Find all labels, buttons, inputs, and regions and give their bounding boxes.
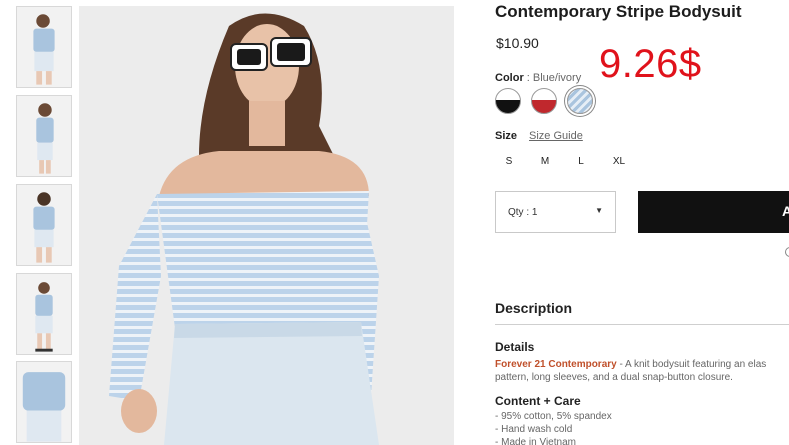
add-to-bag-label: A xyxy=(782,203,789,219)
details-line-1: - A knit bodysuit featuring an elas xyxy=(616,359,767,370)
size-option-s[interactable]: S xyxy=(497,156,521,167)
price-annotation: 9.26$ xyxy=(599,42,702,86)
color-selector-label: Color : Blue/ivory xyxy=(495,72,581,84)
description-heading[interactable]: Description xyxy=(495,300,572,316)
size-option-xl[interactable]: XL xyxy=(607,156,631,167)
size-label: Size xyxy=(495,130,518,142)
thumbnail-4[interactable] xyxy=(16,273,72,355)
quantity-select[interactable]: Qty : 1 ▼ xyxy=(495,191,616,233)
chevron-down-icon: ▼ xyxy=(595,206,603,215)
add-to-bag-button[interactable]: A xyxy=(638,191,789,233)
main-product-image[interactable] xyxy=(79,6,454,445)
care-item: - 95% cotton, 5% spandex xyxy=(495,411,612,422)
product-price: $10.90 xyxy=(496,35,539,51)
color-separator: : xyxy=(523,72,533,84)
swatch-black-white[interactable] xyxy=(495,88,521,114)
care-item: - Made in Vietnam xyxy=(495,437,576,445)
size-option-l[interactable]: L xyxy=(569,156,593,167)
color-label: Color xyxy=(495,72,524,84)
thumbnail-1[interactable] xyxy=(16,6,72,88)
wishlist-icon[interactable] xyxy=(785,247,789,257)
divider xyxy=(495,324,789,325)
care-item: - Hand wash cold xyxy=(495,424,573,435)
quantity-value: Qty : 1 xyxy=(508,207,538,218)
product-title: Contemporary Stripe Bodysuit xyxy=(495,2,742,21)
brand-link[interactable]: Forever 21 Contemporary xyxy=(495,359,617,370)
swatch-blue-ivory[interactable] xyxy=(567,88,593,114)
details-line-2: pattern, long sleeves, and a dual snap-b… xyxy=(495,372,733,383)
thumbnail-2[interactable] xyxy=(16,95,72,177)
size-option-m[interactable]: M xyxy=(533,156,557,167)
thumbnail-5[interactable] xyxy=(16,361,72,443)
details-heading: Details xyxy=(495,340,535,354)
product-info-panel: Contemporary Stripe Bodysuit $10.90 9.26… xyxy=(495,0,789,445)
size-guide-link[interactable]: Size Guide xyxy=(529,130,583,142)
thumbnail-3[interactable] xyxy=(16,184,72,266)
color-value: Blue/ivory xyxy=(532,72,582,84)
details-text: Forever 21 Contemporary - A knit bodysui… xyxy=(495,358,789,384)
swatch-red-white[interactable] xyxy=(531,88,557,114)
content-care-heading: Content + Care xyxy=(495,394,581,408)
size-selector-label: Size Size Guide xyxy=(495,130,583,142)
